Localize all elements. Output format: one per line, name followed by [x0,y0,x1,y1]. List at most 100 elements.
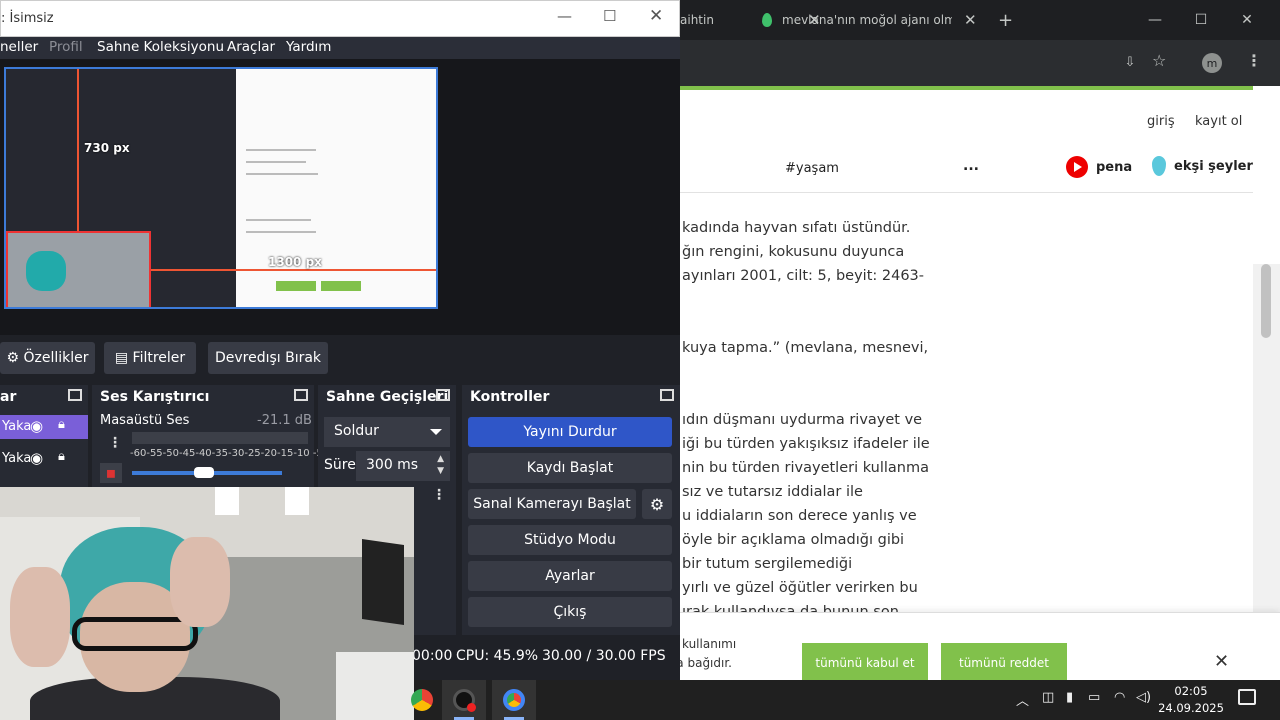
entry-line: öyle bir açıklama olmadığı gibi [682,532,905,548]
tray-volume-icon[interactable]: ◁) [1136,690,1151,705]
dock-title: Sahne Geçişleri [326,389,449,405]
profile-avatar[interactable]: m [1202,53,1222,73]
topic-link[interactable]: #yaşam [785,161,839,176]
menu-scenes[interactable]: neller [0,39,38,55]
undock-icon[interactable] [436,389,450,401]
eksi-seyler-link[interactable]: ekşi şeyler [1152,156,1253,176]
source-selection-box[interactable] [6,231,151,307]
transition-options-icon[interactable]: ⋮ [432,487,446,503]
browser-tabstrip: aihtin ✕ mevlana'nın moğol ajanı olmas ✕… [600,0,1280,40]
tray-wifi-icon[interactable]: ◠ [1114,690,1125,705]
source-item[interactable]: Yaka ◉ 🔒︎ [0,447,88,471]
maximize-icon[interactable]: ☐ [603,7,616,25]
entry-line: kadında hayvan sıfatı üstündür. [682,220,911,236]
filters-button[interactable]: ▤ Filtreler [104,342,196,374]
taskbar-chrome[interactable] [400,680,444,720]
menu-scene-collection[interactable]: Sahne Koleksiyonu [97,39,224,55]
tab-close-icon[interactable]: ✕ [964,11,977,29]
source-item[interactable]: Yaka ◉ 🔒︎ [0,415,88,439]
bookmark-star-icon[interactable]: ☆ [1152,51,1166,70]
tray-device-icon[interactable]: ◫ [1042,690,1054,705]
entry-line: iği bu türden yakışıksız ifadeler ile [682,436,930,452]
cookie-text: kullanımı [682,637,737,651]
install-app-icon[interactable]: ⇩ [1120,52,1140,72]
close-icon[interactable]: ✕ [1224,0,1270,40]
minimize-icon[interactable]: — [1132,0,1178,40]
menu-profile[interactable]: Profil [49,39,83,55]
preview-text-line [246,231,316,233]
undock-icon[interactable] [68,389,82,401]
mute-icon[interactable]: ◼ [100,463,122,483]
undock-icon[interactable] [660,389,674,401]
more-topics-button[interactable]: ... [963,158,979,174]
accept-all-button[interactable]: tümünü kabul et [802,643,928,683]
preview-text-line [246,161,306,163]
close-icon[interactable]: ✕ [1214,651,1229,672]
browser-tab[interactable]: aihtin ✕ [680,0,821,40]
entry-line: ğın rengini, kokusunu duyunca [682,244,905,260]
volume-slider-handle[interactable] [194,467,214,478]
dock-header: Sahne Geçişleri [318,385,456,409]
lock-icon[interactable]: 🔒︎ [58,449,65,464]
dock-header: Ses Karıştırıcı [92,385,314,409]
eksi-favicon-icon [762,13,772,27]
start-virtual-camera-button[interactable]: Sanal Kamerayı Başlat [468,489,636,519]
tray-battery-icon[interactable]: ▭ [1088,690,1100,705]
start-recording-button[interactable]: Kaydı Başlat [468,453,672,483]
tray-chevron-up-icon[interactable]: ︿ [1016,690,1029,709]
exit-button[interactable]: Çıkış [468,597,672,627]
settings-button[interactable]: Ayarlar [468,561,672,591]
source-toolbar: ⚙ Özellikler ▤ Filtreler Devredışı Bırak [0,335,680,383]
webcam-person-hand [170,537,230,627]
pena-link[interactable]: pena [1066,156,1132,178]
scrollbar-thumb[interactable] [1261,264,1271,338]
obs-icon [453,689,476,712]
transition-value: Soldur [334,423,379,439]
menu-bar: neller Profil Sahne Koleksiyonu Araçlar … [0,37,680,59]
browser-menu-icon[interactable]: ⋮ [1246,51,1262,70]
header-divider [680,192,1253,193]
spin-arrows-icon[interactable]: ▲ ▼ [437,453,444,477]
gear-icon[interactable]: ⚙ [642,489,672,519]
windows-taskbar: ︿ ◫ ▮ ▭ ◠ ◁) 02:05 24.09.2025 [411,680,1280,720]
stream-time: 00:00 [412,648,453,664]
menu-tools[interactable]: Araçlar [227,39,275,55]
register-link[interactable]: kayıt ol [1195,114,1242,129]
studio-mode-button[interactable]: Stüdyo Modu [468,525,672,555]
duration-spinbox[interactable]: 300 ms ▲ ▼ [356,451,450,481]
entry-line: ıdın düşmanı uydurma rivayet ve [682,412,923,428]
maximize-icon[interactable]: ☐ [1178,0,1224,40]
transition-select[interactable]: Soldur [324,417,450,447]
audio-options-icon[interactable]: ⋮ [108,435,122,451]
taskbar-chrome-active[interactable] [492,680,536,720]
stop-streaming-button[interactable]: Yayını Durdur [468,417,672,447]
properties-button[interactable]: ⚙ Özellikler [0,342,95,374]
scene-preview[interactable]: 730 px 1300 px [4,67,438,309]
webcam-person-hand [10,567,70,667]
close-icon[interactable]: ✕ [649,6,663,26]
taskbar-clock[interactable]: 02:05 24.09.2025 [1158,683,1224,717]
menu-help[interactable]: Yardım [286,39,331,55]
deactivate-button[interactable]: Devredışı Bırak [208,342,328,374]
tab-title: mevlana'nın moğol ajanı olmas [782,13,952,27]
tray-usb-icon[interactable]: ▮ [1066,690,1073,705]
eksi-seyler-label: ekşi şeyler [1174,158,1253,174]
minimize-icon[interactable]: — [557,7,572,25]
new-tab-button[interactable]: + [998,0,1013,40]
preview-web-capture [236,69,436,307]
eksi-drop-icon [1152,156,1166,176]
cookie-banner: kullanımı za bağıdır. tümünü kabul et tü… [670,612,1280,690]
eye-icon[interactable]: ◉ [30,449,43,467]
entry-line: bir tutum sergilemediği [682,556,853,572]
undock-icon[interactable] [294,389,308,401]
login-link[interactable]: giriş [1147,114,1175,129]
notification-icon[interactable] [1238,689,1256,705]
taskbar-obs[interactable] [442,680,486,720]
webcam-person-glasses [72,617,198,651]
lock-icon[interactable]: 🔒︎ [58,417,65,432]
preview-green-button [276,281,316,291]
reject-all-button[interactable]: tümünü reddet [941,643,1067,683]
eye-icon[interactable]: ◉ [30,417,43,435]
browser-tab-active[interactable]: mevlana'nın moğol ajanı olmas ✕ [762,0,977,40]
dock-title: Ses Karıştırıcı [100,389,210,405]
